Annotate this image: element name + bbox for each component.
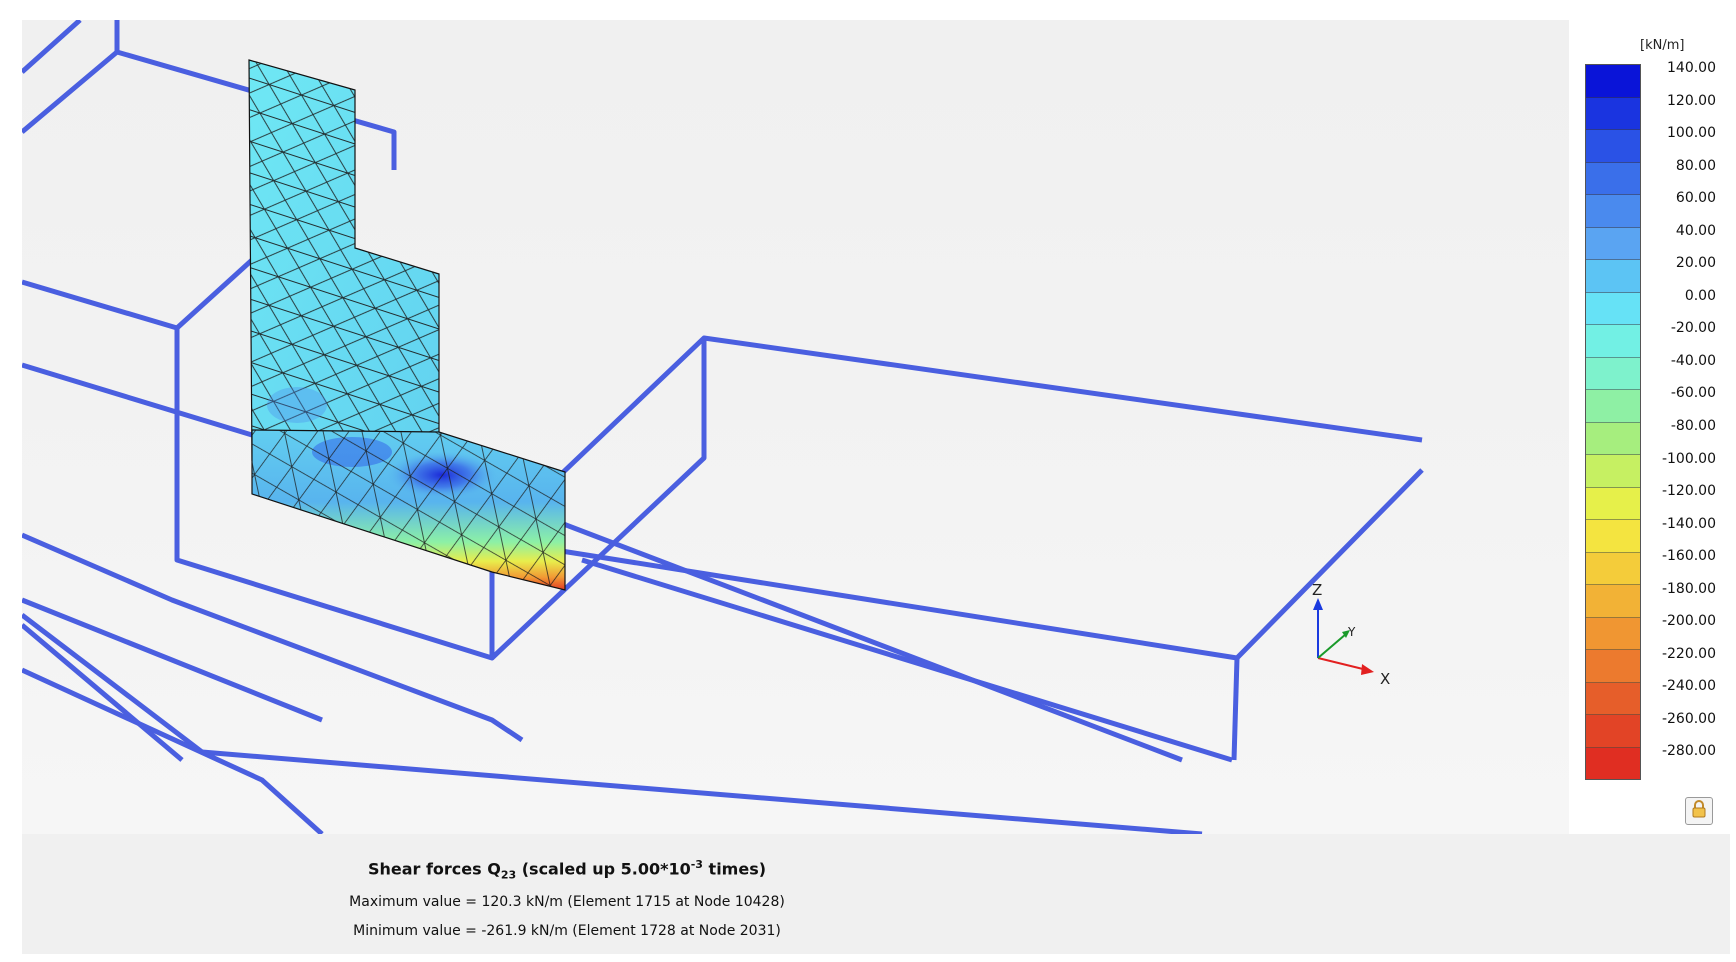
legend-label: -200.00 bbox=[1661, 613, 1716, 629]
title-subscript: 23 bbox=[500, 868, 517, 882]
legend-label: -220.00 bbox=[1661, 646, 1716, 662]
legend-label: -80.00 bbox=[1670, 418, 1716, 434]
legend-color-scale bbox=[1585, 64, 1641, 780]
legend-color-step bbox=[1586, 292, 1640, 325]
legend-color-step bbox=[1586, 65, 1640, 98]
legend-label: -240.00 bbox=[1661, 678, 1716, 694]
app-window: Z Y X [kN/m] 140.00 120.00 100.00 80.00 60.0… bbox=[0, 0, 1736, 962]
legend-color-step bbox=[1586, 455, 1640, 488]
legend-label: -140.00 bbox=[1661, 516, 1716, 532]
legend-label: -180.00 bbox=[1661, 581, 1716, 597]
result-title: Shear forces Q23 (scaled up 5.00*10-3 ti… bbox=[22, 858, 1112, 882]
legend-color-step bbox=[1586, 357, 1640, 390]
legend-color-step bbox=[1586, 552, 1640, 585]
minimum-value-text: Minimum value = -261.9 kN/m (Element 172… bbox=[353, 923, 781, 939]
legend-color-step bbox=[1586, 162, 1640, 195]
legend-label: 60.00 bbox=[1675, 190, 1716, 206]
maximum-value-text: Maximum value = 120.3 kN/m (Element 1715… bbox=[349, 894, 785, 910]
title-suffix: times) bbox=[708, 859, 767, 879]
lock-legend-button[interactable] bbox=[1685, 797, 1713, 825]
legend-label: 20.00 bbox=[1675, 255, 1716, 271]
wall-surface-lower[interactable] bbox=[251, 429, 566, 591]
legend-label: -100.00 bbox=[1661, 451, 1716, 467]
title-scale-exponent: -3 bbox=[690, 858, 703, 871]
axis-z-label: Z bbox=[1312, 581, 1322, 599]
axis-y-label: Y bbox=[1347, 625, 1356, 639]
legend-label: 100.00 bbox=[1667, 125, 1716, 141]
title-scale-prefix: (scaled up 5.00*10 bbox=[521, 859, 691, 879]
legend-color-step bbox=[1586, 97, 1640, 130]
lock-icon bbox=[1690, 799, 1708, 823]
legend-label: 0.00 bbox=[1684, 288, 1716, 304]
legend-color-step bbox=[1586, 227, 1640, 260]
structure-frame bbox=[22, 20, 1424, 834]
legend-color-step bbox=[1586, 195, 1640, 228]
legend-color-step bbox=[1586, 650, 1640, 683]
result-info-panel: Shear forces Q23 (scaled up 5.00*10-3 ti… bbox=[22, 834, 1730, 954]
legend-color-step bbox=[1586, 747, 1640, 779]
legend-label: -160.00 bbox=[1661, 548, 1716, 564]
legend-label: -280.00 bbox=[1661, 743, 1716, 759]
legend-color-step bbox=[1586, 260, 1640, 293]
axis-triad: Z Y X bbox=[1312, 581, 1390, 688]
title-prefix: Shear forces Q bbox=[367, 859, 501, 879]
legend-label: -60.00 bbox=[1670, 385, 1716, 401]
legend-label: 80.00 bbox=[1675, 158, 1716, 174]
legend-label: -40.00 bbox=[1670, 353, 1716, 369]
axis-x-label: X bbox=[1380, 670, 1390, 688]
legend-color-step bbox=[1586, 682, 1640, 715]
legend-color-step bbox=[1586, 390, 1640, 423]
legend-label: -20.00 bbox=[1670, 320, 1716, 336]
legend-label: 140.00 bbox=[1667, 60, 1716, 76]
legend-label: -120.00 bbox=[1661, 483, 1716, 499]
legend-color-step bbox=[1586, 130, 1640, 163]
legend-color-step bbox=[1586, 585, 1640, 618]
legend-color-step bbox=[1586, 715, 1640, 748]
legend-color-step bbox=[1586, 520, 1640, 553]
legend-unit: [kN/m] bbox=[1640, 38, 1685, 53]
legend-color-step bbox=[1586, 617, 1640, 650]
legend-color-step bbox=[1586, 422, 1640, 455]
3d-viewport[interactable]: Z Y X bbox=[22, 20, 1569, 834]
wall-surface-upper[interactable] bbox=[248, 59, 440, 461]
legend-color-step bbox=[1586, 325, 1640, 358]
legend-label: 120.00 bbox=[1667, 93, 1716, 109]
legend-label: -260.00 bbox=[1661, 711, 1716, 727]
legend-color-step bbox=[1586, 487, 1640, 520]
legend-label: 40.00 bbox=[1675, 223, 1716, 239]
